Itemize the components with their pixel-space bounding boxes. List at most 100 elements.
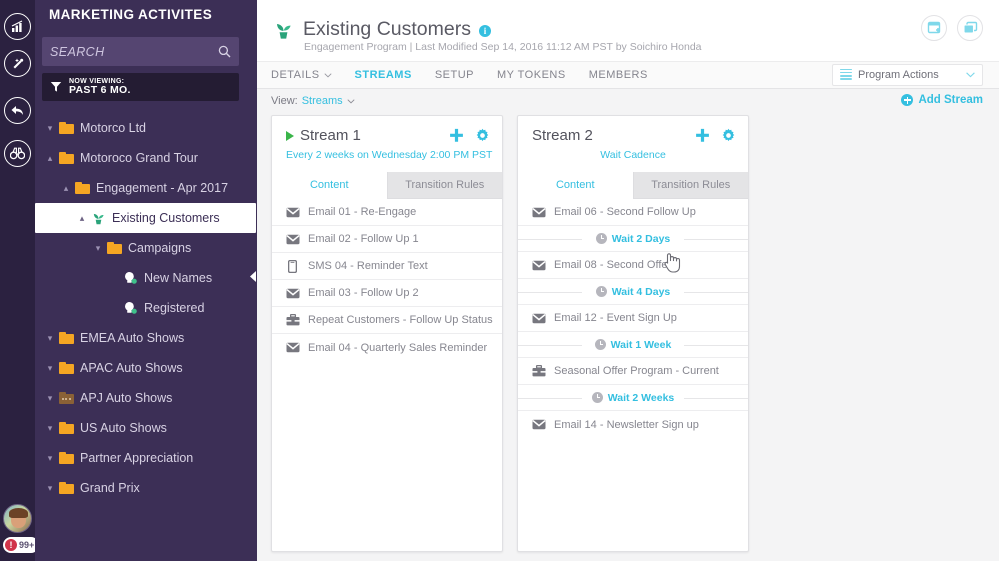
tree-item-new-names[interactable]: New Names [35, 263, 257, 293]
tree-item-label: APAC Auto Shows [80, 361, 183, 375]
tree-item-motoroco-grand-tour[interactable]: ▴Motoroco Grand Tour [35, 143, 257, 173]
undo-arrow-icon[interactable] [4, 97, 31, 124]
chevron-down-icon[interactable]: ▾ [43, 333, 57, 344]
chevron-down-icon[interactable]: ▾ [43, 483, 57, 494]
content-row-label: Seasonal Offer Program - Current [554, 365, 719, 377]
wait-step[interactable]: Wait 2 Days [518, 226, 748, 252]
stream-cadence[interactable]: Wait Cadence [518, 149, 748, 161]
content-row[interactable]: SMS 04 - Reminder Text [272, 253, 502, 280]
chevron-down-icon[interactable]: ▾ [43, 423, 57, 434]
tab-streams[interactable]: STREAMS [355, 69, 412, 81]
stream-tab-content[interactable]: Content [518, 172, 633, 199]
add-stream-button[interactable]: Add Stream [901, 94, 983, 106]
new-window-icon[interactable] [921, 15, 947, 41]
tree-item-registered[interactable]: Registered [35, 293, 257, 323]
analytics-icon[interactable] [4, 13, 31, 40]
chevron-up-icon[interactable]: ▴ [43, 153, 57, 164]
now-viewing-value: PAST 6 MO. [69, 85, 131, 96]
add-content-icon[interactable] [449, 128, 464, 143]
chevron-down-icon[interactable]: ▾ [43, 363, 57, 374]
program-actions-dropdown[interactable]: Program Actions [832, 64, 983, 86]
content-row[interactable]: Email 03 - Follow Up 2 [272, 280, 502, 307]
notification-count: 99+ [19, 540, 34, 550]
tree-item-motorco-ltd[interactable]: ▾Motorco Ltd [35, 113, 257, 143]
tree-item-us-auto-shows[interactable]: ▾US Auto Shows [35, 413, 257, 443]
stream-name: Stream 1 [286, 127, 361, 144]
add-content-icon[interactable] [695, 128, 710, 143]
tab-label: SETUP [435, 69, 474, 81]
chevron-down-icon[interactable]: ▾ [43, 453, 57, 464]
gear-icon[interactable] [475, 128, 490, 143]
sidebar-collapse-toggle[interactable] [249, 266, 257, 286]
info-icon[interactable]: i [479, 25, 491, 37]
content-row[interactable]: Email 01 - Re-Engage [272, 199, 502, 226]
stream-header: Stream 1 Every 2 weeks on Wednesday 2:00 … [272, 116, 502, 172]
tab-details[interactable]: DETAILS [271, 69, 332, 81]
now-viewing-filter[interactable]: NOW VIEWING: PAST 6 MO. [42, 73, 239, 101]
content-row-label: SMS 04 - Reminder Text [308, 260, 428, 272]
stream-panel: Stream 1 Every 2 weeks on Wednesday 2:00 … [271, 115, 503, 552]
stream-actions [695, 128, 736, 143]
email-icon [532, 260, 546, 271]
tree-item-icon [57, 332, 75, 344]
view-selector[interactable]: View: Streams [271, 95, 355, 107]
wait-step-label: Wait 2 Weeks [608, 392, 675, 404]
chevron-down-icon[interactable]: ▾ [43, 393, 57, 404]
stream-tab-transition-rules[interactable]: Transition Rules [387, 172, 503, 199]
user-avatar[interactable] [3, 504, 32, 533]
email-icon [286, 234, 300, 245]
wait-step[interactable]: Wait 2 Weeks [518, 385, 748, 411]
content-row[interactable]: Email 14 - Newsletter Sign up [518, 411, 748, 438]
stream-tab-content[interactable]: Content [272, 172, 387, 199]
tree-item-icon [89, 211, 107, 226]
email-icon [286, 342, 300, 353]
tree-item-emea-auto-shows[interactable]: ▾EMEA Auto Shows [35, 323, 257, 353]
content-row[interactable]: Email 08 - Second Offer [518, 252, 748, 279]
wait-step[interactable]: Wait 4 Days [518, 279, 748, 305]
content-row[interactable]: Email 02 - Follow Up 1 [272, 226, 502, 253]
search-box[interactable] [42, 37, 239, 66]
tree-item-icon [57, 392, 75, 404]
folder-icon [59, 452, 74, 464]
email-icon [286, 288, 300, 299]
stream-tab-transition-rules[interactable]: Transition Rules [633, 172, 749, 199]
content-row[interactable]: Email 04 - Quarterly Sales Reminder [272, 334, 502, 361]
tree-item-existing-customers[interactable]: ▴Existing Customers [35, 203, 256, 233]
content-row[interactable]: Email 12 - Event Sign Up [518, 305, 748, 332]
email-icon [532, 313, 546, 324]
sidebar-title: MARKETING ACTIVITES [49, 7, 212, 22]
tree-item-apj-auto-shows[interactable]: ▾APJ Auto Shows [35, 383, 257, 413]
content-row[interactable]: Seasonal Offer Program - Current [518, 358, 748, 385]
tree-item-icon [57, 452, 75, 464]
content-row-label: Email 08 - Second Offer [554, 259, 671, 271]
tab-my-tokens[interactable]: MY TOKENS [497, 69, 566, 81]
tab-members[interactable]: MEMBERS [589, 69, 648, 81]
seedling-icon [91, 211, 106, 226]
content-row[interactable]: Repeat Customers - Follow Up Status [272, 307, 502, 334]
notification-badge[interactable]: ! 99+ [3, 537, 39, 553]
chevron-up-icon[interactable]: ▴ [59, 183, 73, 194]
chevron-down-icon[interactable]: ▾ [43, 123, 57, 134]
chevron-down-icon[interactable]: ▾ [91, 243, 105, 254]
search-input[interactable] [50, 45, 218, 59]
stream-name-label: Stream 2 [532, 127, 593, 144]
tree-item-engagement-apr-2017[interactable]: ▴Engagement - Apr 2017 [35, 173, 257, 203]
stream-cadence[interactable]: Every 2 weeks on Wednesday 2:00 PM PST [272, 149, 502, 161]
chevron-up-icon[interactable]: ▴ [75, 213, 89, 224]
content-row[interactable]: Email 06 - Second Follow Up [518, 199, 748, 226]
tree-item-icon [57, 122, 75, 134]
stream-name: Stream 2 [532, 127, 593, 144]
magic-wand-icon[interactable] [4, 50, 31, 77]
duplicate-window-icon[interactable] [957, 15, 983, 41]
tab-setup[interactable]: SETUP [435, 69, 474, 81]
content-row-icon [531, 207, 546, 218]
tree-item-campaigns[interactable]: ▾Campaigns [35, 233, 257, 263]
tree-item-partner-appreciation[interactable]: ▾Partner Appreciation [35, 443, 257, 473]
gear-icon[interactable] [721, 128, 736, 143]
tree-item-grand-prix[interactable]: ▾Grand Prix [35, 473, 257, 503]
tree-item-apac-auto-shows[interactable]: ▾ APAC Auto Shows [35, 353, 257, 383]
binoculars-icon[interactable] [4, 140, 31, 167]
play-icon[interactable] [286, 131, 294, 141]
wait-step[interactable]: Wait 1 Week [518, 332, 748, 358]
clock-icon [596, 233, 607, 244]
